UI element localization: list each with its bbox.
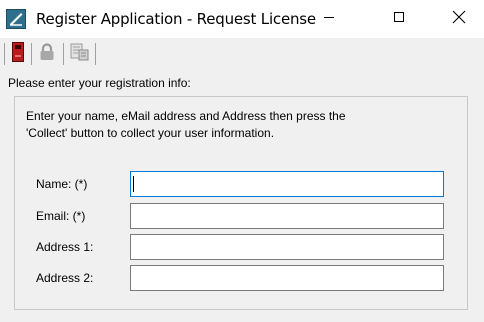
collect-info-icon xyxy=(70,42,90,67)
window-title: Register Application - Request License xyxy=(36,10,316,28)
toolbar-separator xyxy=(4,43,5,65)
address2-label: Address 2: xyxy=(36,271,94,285)
minimize-button[interactable] xyxy=(306,0,352,38)
lock-button[interactable] xyxy=(36,42,58,66)
name-label: Name: (*) xyxy=(36,177,88,191)
title-bar[interactable]: Register Application - Request License xyxy=(0,0,484,38)
red-device-icon xyxy=(12,41,24,67)
minimize-icon xyxy=(323,10,335,28)
toolbar xyxy=(0,38,484,70)
toolbar-separator xyxy=(63,43,64,65)
app-logo-icon xyxy=(6,9,26,29)
section-label: Please enter your registration info: xyxy=(8,76,191,90)
email-input[interactable] xyxy=(130,203,444,229)
lock-icon xyxy=(39,42,55,66)
address1-input[interactable] xyxy=(130,234,444,260)
toolbar-separator xyxy=(95,43,96,65)
name-input[interactable] xyxy=(130,171,444,197)
toolbar-separator xyxy=(31,43,32,65)
close-icon xyxy=(452,10,466,29)
text-caret xyxy=(133,176,134,192)
collect-button[interactable] xyxy=(69,43,91,65)
device-button[interactable] xyxy=(7,41,29,67)
maximize-icon xyxy=(393,10,405,28)
address1-label: Address 1: xyxy=(36,240,94,254)
close-button[interactable] xyxy=(436,0,482,38)
email-label: Email: (*) xyxy=(36,209,86,223)
maximize-button[interactable] xyxy=(376,0,422,38)
instructions-text: Enter your name, eMail address and Addre… xyxy=(26,109,346,140)
register-dialog: Register Application - Request License P… xyxy=(0,0,484,322)
address2-input[interactable] xyxy=(130,265,444,291)
